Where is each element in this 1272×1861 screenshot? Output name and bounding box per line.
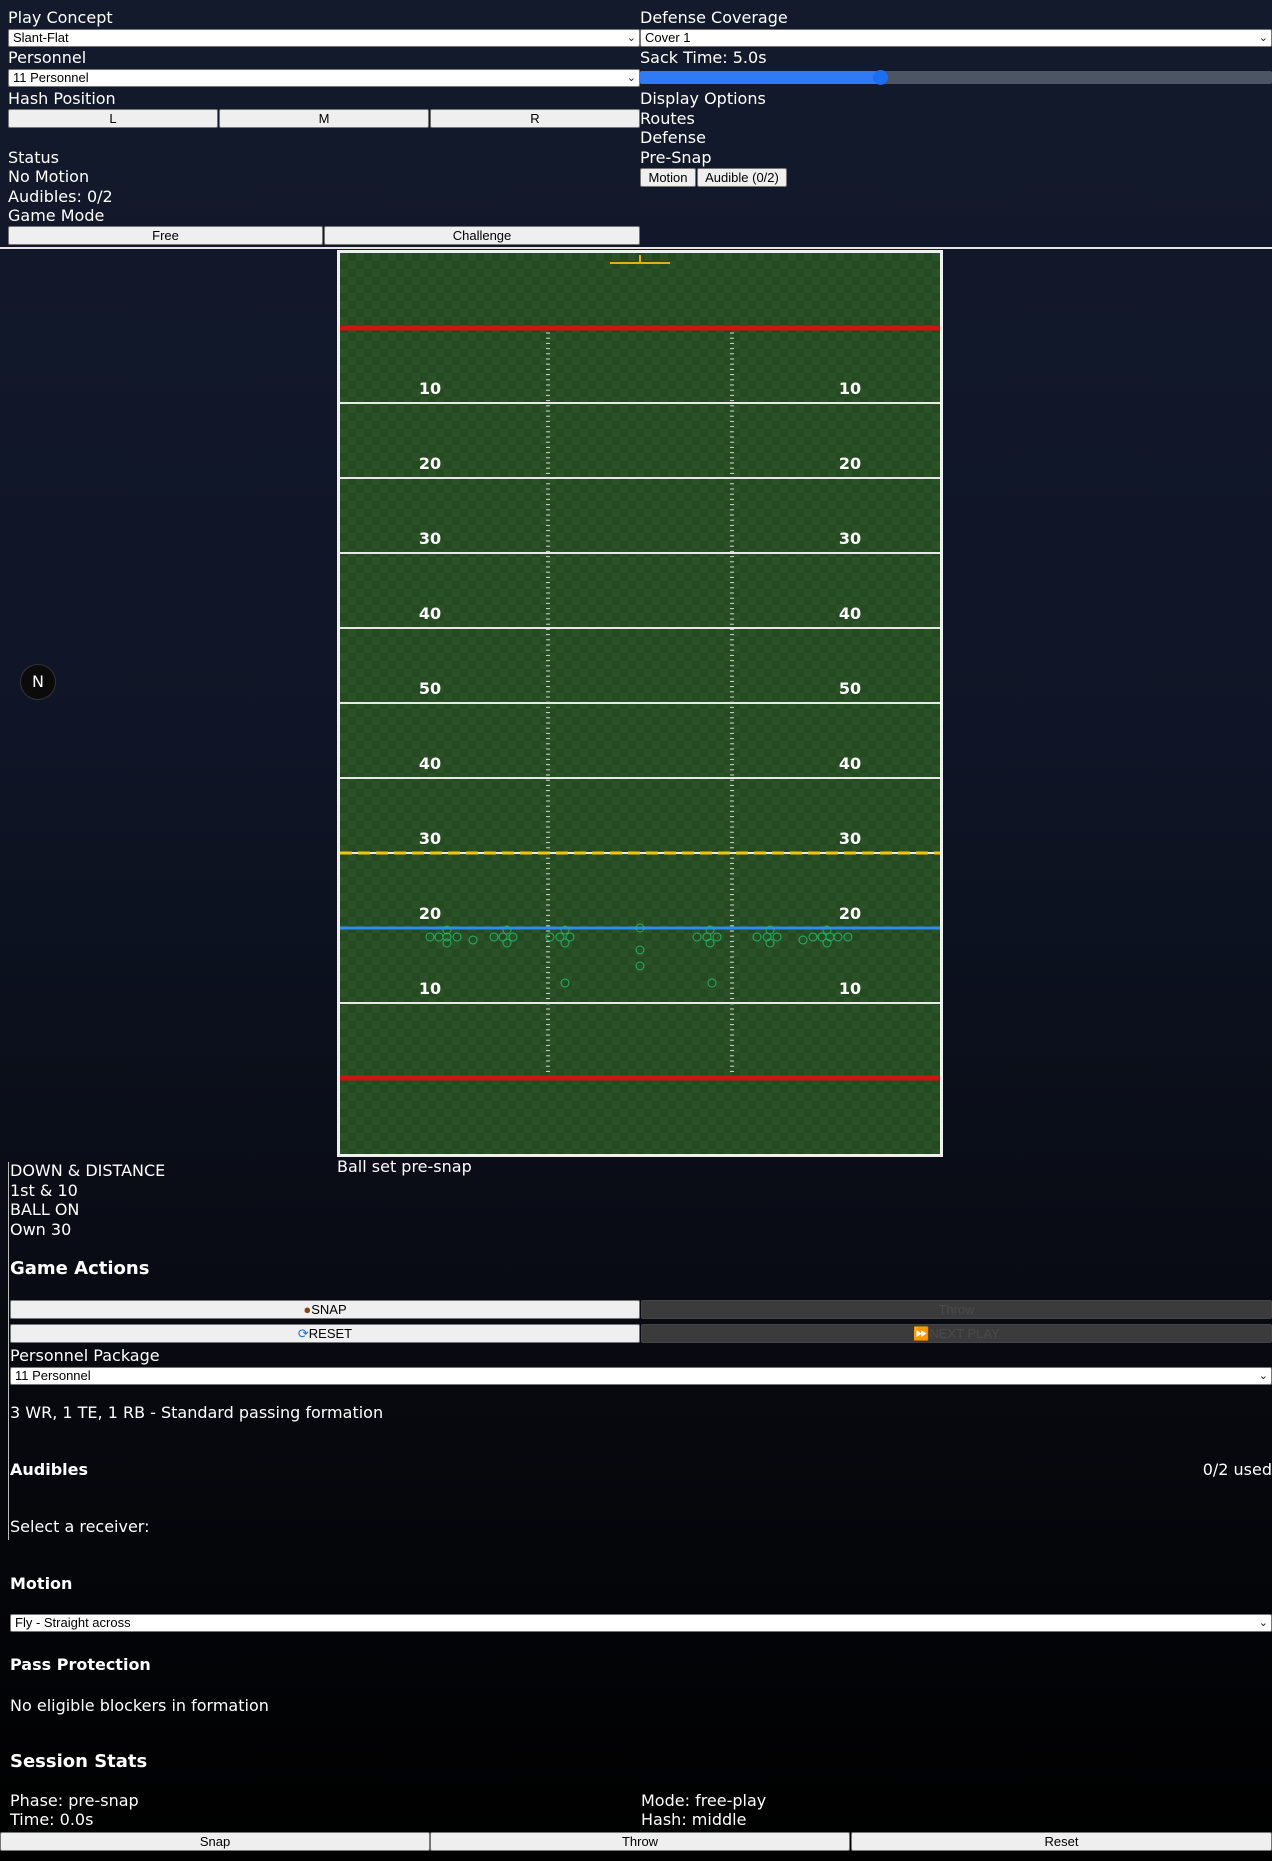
personnel-package-select[interactable]: 11 Personnel ⌄ bbox=[10, 1367, 1272, 1385]
ball-on-label: BALL ON bbox=[10, 1200, 80, 1219]
footer-throw-button[interactable]: Throw bbox=[430, 1832, 850, 1851]
yard-number: 10 bbox=[839, 379, 861, 398]
yard-number: 40 bbox=[419, 754, 441, 773]
footer-snap-button[interactable]: Snap bbox=[0, 1832, 430, 1851]
yard-number: 10 bbox=[419, 379, 441, 398]
sack-time-fill bbox=[640, 71, 881, 84]
hash-middle-button[interactable]: M bbox=[219, 109, 429, 128]
yard-number: 30 bbox=[419, 829, 441, 848]
presnap-label: Pre-Snap bbox=[640, 148, 712, 167]
ball-on-value: Own 30 bbox=[10, 1220, 72, 1239]
reset-action-button[interactable]: ⟳RESET bbox=[10, 1324, 640, 1343]
yard-number: 40 bbox=[839, 604, 861, 623]
yard-number: 50 bbox=[419, 679, 441, 698]
yard-number: 20 bbox=[839, 454, 861, 473]
status-label: Status bbox=[8, 148, 59, 167]
audibles-title: Audibles bbox=[10, 1460, 89, 1479]
pass-protection-text: No eligible blockers in formation bbox=[10, 1696, 269, 1715]
audibles-status: Audibles: 0/2 bbox=[8, 187, 113, 206]
next-play-label: NEXT PLAY bbox=[929, 1326, 1000, 1341]
yard-number: 50 bbox=[839, 679, 861, 698]
compass-icon[interactable]: N bbox=[20, 664, 56, 700]
personnel-package-label: Personnel Package bbox=[10, 1346, 160, 1365]
session-stats-title: Session Stats bbox=[10, 1751, 148, 1772]
game-actions-title: Game Actions bbox=[10, 1258, 150, 1279]
audibles-prompt: Select a receiver: bbox=[10, 1517, 150, 1536]
pass-protection-title: Pass Protection bbox=[10, 1655, 151, 1674]
free-mode-button[interactable]: Free bbox=[8, 226, 323, 245]
footer-reset-button[interactable]: Reset bbox=[851, 1832, 1272, 1851]
play-concept-value: Slant-Flat bbox=[13, 30, 69, 45]
left-border bbox=[8, 1162, 9, 1540]
throw-action-button[interactable]: Throw bbox=[641, 1300, 1272, 1319]
play-concept-label: Play Concept bbox=[8, 8, 113, 27]
yard-number: 10 bbox=[839, 979, 861, 998]
yard-number: 40 bbox=[839, 754, 861, 773]
motion-button[interactable]: Motion bbox=[640, 168, 696, 187]
personnel-package-value: 11 Personnel bbox=[15, 1368, 91, 1383]
snap-label: SNAP bbox=[311, 1302, 347, 1317]
audible-button[interactable]: Audible (0/2) bbox=[697, 168, 787, 187]
session-hash: Hash: middle bbox=[641, 1810, 747, 1829]
audibles-used: 0/2 used bbox=[1202, 1460, 1272, 1479]
display-option-routes[interactable]: Routes bbox=[640, 109, 695, 128]
down-distance-title: DOWN & DISTANCE bbox=[10, 1161, 166, 1180]
personnel-label: Personnel bbox=[8, 48, 87, 67]
yard-number: 30 bbox=[839, 829, 861, 848]
display-option-defense[interactable]: Defense bbox=[640, 128, 706, 147]
sack-time-slider[interactable] bbox=[640, 70, 1272, 85]
personnel-select[interactable]: 11 Personnel ⌄ bbox=[8, 69, 640, 87]
challenge-mode-button[interactable]: Challenge bbox=[324, 226, 640, 245]
yard-number: 20 bbox=[839, 904, 861, 923]
hash-left-button[interactable]: L bbox=[8, 109, 218, 128]
yard-number: 10 bbox=[419, 979, 441, 998]
down-distance-value: 1st & 10 bbox=[10, 1181, 78, 1200]
defense-coverage-label: Defense Coverage bbox=[640, 8, 788, 27]
yard-number: 20 bbox=[419, 904, 441, 923]
yard-number: 20 bbox=[419, 454, 441, 473]
hash-right-button[interactable]: R bbox=[430, 109, 640, 128]
sack-time-thumb[interactable] bbox=[873, 70, 889, 85]
chevron-down-icon: ⌄ bbox=[1258, 1617, 1268, 1629]
motion-title: Motion bbox=[10, 1574, 73, 1593]
yard-number: 30 bbox=[419, 529, 441, 548]
motion-value: Fly - Straight across bbox=[15, 1615, 131, 1630]
snap-action-button[interactable]: ●SNAP bbox=[10, 1300, 640, 1319]
field-frame: 10 10 20 20 30 30 40 40 50 50 40 40 30 30 20 20 10 10 Bal… bbox=[337, 250, 943, 1176]
session-mode: Mode: free-play bbox=[641, 1791, 767, 1810]
defense-coverage-select[interactable]: Cover 1 ⌄ bbox=[640, 29, 1272, 47]
next-icon: ⏩ bbox=[913, 1326, 930, 1341]
motion-select[interactable]: Fly - Straight across ⌄ bbox=[10, 1614, 1272, 1632]
chevron-down-icon: ⌄ bbox=[626, 32, 636, 44]
personnel-value: 11 Personnel bbox=[13, 70, 89, 85]
football-field[interactable]: 10 10 20 20 30 30 40 40 50 50 40 40 30 30 20 20 10 10 bbox=[340, 253, 940, 1154]
sack-time-label: Sack Time: 5.0s bbox=[640, 48, 767, 67]
chevron-down-icon: ⌄ bbox=[626, 72, 636, 84]
display-options-label: Display Options bbox=[640, 89, 766, 108]
next-play-button[interactable]: ⏩NEXT PLAY bbox=[641, 1324, 1272, 1343]
hash-position-label: Hash Position bbox=[8, 89, 116, 108]
yard-number: 30 bbox=[839, 529, 861, 548]
yard-number: 40 bbox=[419, 604, 441, 623]
motion-status: No Motion bbox=[8, 167, 90, 186]
reset-label: RESET bbox=[308, 1326, 353, 1341]
personnel-description: 3 WR, 1 TE, 1 RB - Standard passing form… bbox=[10, 1403, 384, 1422]
session-time: Time: 0.0s bbox=[10, 1810, 94, 1829]
panel-divider bbox=[0, 247, 1272, 249]
game-mode-label: Game Mode bbox=[8, 206, 105, 225]
chevron-down-icon: ⌄ bbox=[1258, 1370, 1268, 1382]
reset-icon: ⟳ bbox=[297, 1326, 309, 1341]
ball-status: Ball set pre-snap bbox=[337, 1157, 472, 1176]
chevron-down-icon: ⌄ bbox=[1258, 32, 1268, 44]
defense-coverage-value: Cover 1 bbox=[645, 30, 691, 45]
play-concept-select[interactable]: Slant-Flat ⌄ bbox=[8, 29, 640, 47]
session-phase: Phase: pre-snap bbox=[10, 1791, 139, 1810]
